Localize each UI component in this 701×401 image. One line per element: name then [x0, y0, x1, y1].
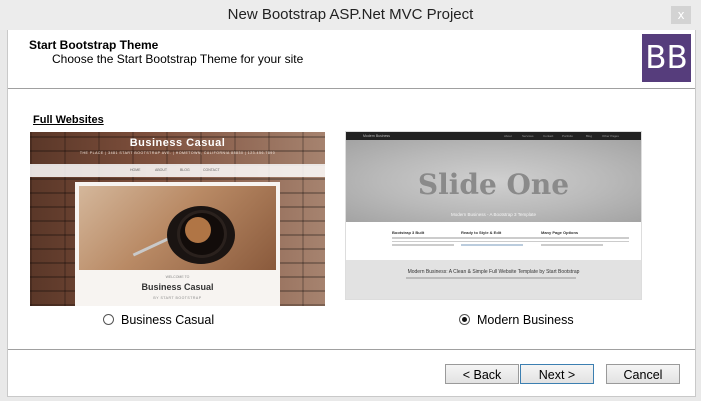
preview-column-title: Ready to Style & Edit	[461, 230, 502, 235]
preview-tagline: THE PLACE | 3481 START BOOTSTRAP AVE. | …	[79, 151, 276, 155]
bootstrap-logo: BB	[642, 34, 691, 82]
preview-strip-text: Modern Business: A Clean & Simple Full W…	[407, 269, 580, 275]
page-title: Start Bootstrap Theme	[29, 38, 159, 52]
title-bar: New Bootstrap ASP.Net MVC Project x	[0, 0, 701, 30]
preview-hero: Slide One Modern Business - A Bootstrap …	[346, 140, 641, 222]
footer-divider	[8, 349, 695, 350]
preview-content-box: WELCOME TO Business Casual BY START BOOT…	[75, 182, 280, 306]
preview-nav: HOME ABOUT BLOG CONTACT	[30, 164, 325, 177]
coffee-image	[79, 186, 276, 270]
radio-label: Modern Business	[477, 313, 574, 327]
preview-navbar: Modern Business About Services Contact P…	[346, 132, 641, 140]
page-subtitle: Choose the Start Bootstrap Theme for you…	[52, 52, 304, 66]
preview-column-title: Many Page Options	[541, 230, 579, 235]
preview-byline: BY START BOOTSTRAP	[153, 296, 202, 300]
wizard-header: Start Bootstrap Theme Choose the Start B…	[8, 30, 695, 88]
preview-slide-title: Slide One	[417, 168, 570, 201]
preview-slide-caption: Modern Business - A Bootstrap 3 Template	[451, 212, 536, 217]
latte-art-shape	[185, 217, 211, 243]
header-divider	[8, 88, 695, 89]
close-button[interactable]: x	[671, 6, 691, 24]
preview-site-title: Business Casual	[129, 137, 226, 149]
preview-nav-item: Other Pages	[602, 133, 619, 138]
preview-welcome: WELCOME TO	[165, 275, 190, 279]
radio-circle[interactable]	[103, 314, 114, 325]
preview-column: Ready to Style & Edit	[461, 230, 549, 246]
preview-nav-item: BLOG	[180, 168, 190, 172]
preview-nav-item: About	[504, 133, 512, 138]
cancel-button[interactable]: Cancel	[606, 364, 680, 384]
back-button[interactable]: < Back	[445, 364, 519, 384]
preview-nav-item: Portfolio	[562, 133, 574, 138]
theme-preview-modern-business[interactable]: Modern Business About Services Contact P…	[345, 131, 642, 300]
preview-nav-item: Contact	[543, 133, 554, 138]
preview-brand: Modern Business	[363, 133, 391, 138]
preview-nav-item: Services	[522, 133, 534, 138]
preview-column: Many Page Options	[541, 230, 629, 246]
wizard-panel: Start Bootstrap Theme Choose the Start B…	[7, 30, 696, 397]
window-title: New Bootstrap ASP.Net MVC Project	[227, 6, 474, 23]
next-button[interactable]: Next >	[520, 364, 594, 384]
section-label: Full Websites	[33, 114, 104, 126]
preview-nav-item: HOME	[130, 168, 141, 172]
radio-label: Business Casual	[121, 313, 215, 327]
preview-nav-item: Blog	[586, 133, 593, 138]
preview-box-title: Business Casual	[141, 282, 214, 292]
preview-nav-item: CONTACT	[203, 168, 220, 172]
preview-strip: Modern Business: A Clean & Simple Full W…	[346, 260, 641, 299]
radio-circle-selected[interactable]	[459, 314, 470, 325]
theme-preview-business-casual[interactable]: Business Casual THE PLACE | 3481 START B…	[30, 132, 325, 306]
preview-nav-item: ABOUT	[155, 168, 168, 172]
